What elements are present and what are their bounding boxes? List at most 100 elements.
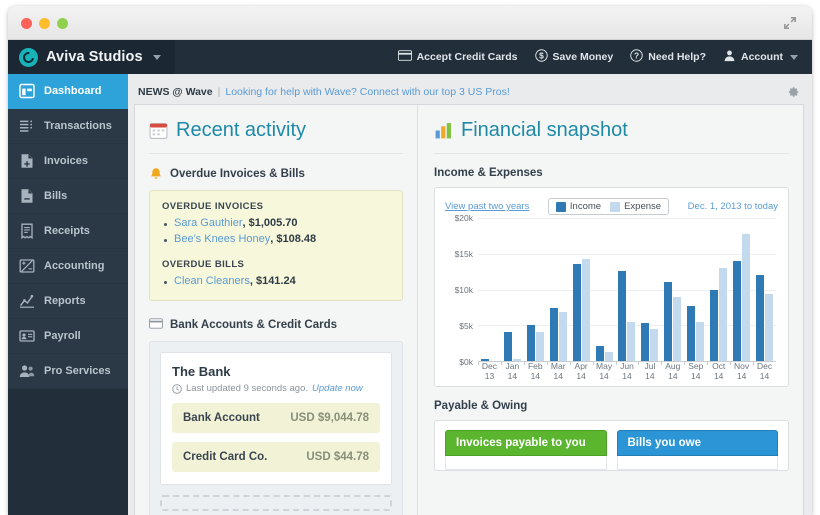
gear-icon[interactable] xyxy=(786,85,800,99)
sidebar-item-payroll[interactable]: Payroll xyxy=(8,319,128,354)
chart-bar-group[interactable] xyxy=(753,218,776,365)
chart-bar-income[interactable] xyxy=(710,289,719,361)
chart-bar-income[interactable] xyxy=(664,282,673,361)
bank-heading-text: Bank Accounts & Credit Cards xyxy=(170,319,337,331)
account-row[interactable]: Credit Card Co. USD $44.78 xyxy=(172,442,380,472)
bills-you-owe-tab[interactable]: Bills you owe xyxy=(616,430,778,456)
chart-bar-income[interactable] xyxy=(503,332,512,361)
chart-bar-income[interactable] xyxy=(526,324,535,361)
chart-y-axis: $0k $5k $10k $15k $20k xyxy=(445,213,476,367)
chart-bar-income[interactable] xyxy=(618,270,627,361)
chart-bar-group[interactable] xyxy=(684,218,707,365)
chart-bar-income[interactable] xyxy=(572,263,581,361)
list-item: Sara Gauthier, $1,005.70 xyxy=(162,215,390,231)
chart-bar-expense[interactable] xyxy=(650,329,659,361)
need-help-link[interactable]: ? Need Help? xyxy=(630,49,706,65)
chart-bar-expense[interactable] xyxy=(742,233,751,361)
expand-arrows-icon[interactable] xyxy=(782,15,798,31)
chart-bar-expense[interactable] xyxy=(673,297,682,361)
legend-item-expense[interactable]: Expense xyxy=(610,201,661,212)
chart-x-axis: Dec 13 Jan 14 Feb 14 Mar 14 Apr 14 May 14 Jun 14 Jul 14… xyxy=(478,361,776,381)
chart-bar-expense[interactable] xyxy=(558,312,567,361)
save-money-link[interactable]: $ Save Money xyxy=(534,49,613,65)
invoices-payable-column: Invoices payable to you xyxy=(445,430,607,470)
chart-bar-expense[interactable] xyxy=(696,322,705,361)
credit-card-icon xyxy=(149,318,163,332)
chart-bar-group[interactable] xyxy=(707,218,730,365)
news-link[interactable]: Looking for help with Wave? Connect with… xyxy=(225,86,509,98)
transactions-list-icon xyxy=(19,118,35,134)
overdue-bills-list: Clean Cleaners, $141.24 xyxy=(162,273,390,289)
account-menu[interactable]: Account xyxy=(723,49,798,65)
view-past-two-years-link[interactable]: View past two years xyxy=(445,201,529,212)
chart-bar-expense[interactable] xyxy=(765,294,774,361)
chart-x-tick: Nov 14 xyxy=(734,361,750,381)
sidebar-item-reports[interactable]: Reports xyxy=(8,284,128,319)
chart-x-tick: Sep 14 xyxy=(688,361,704,381)
chart-bar-income[interactable] xyxy=(641,323,650,361)
overdue-invoice-link[interactable]: Sara Gauthier xyxy=(174,217,242,229)
chart-bar-expense[interactable] xyxy=(535,332,544,361)
account-row[interactable]: Bank Account USD $9,044.78 xyxy=(172,403,380,433)
chart-bar-group[interactable] xyxy=(523,218,547,365)
legend-item-income[interactable]: Income xyxy=(555,201,602,212)
financial-snapshot-title-text: Financial snapshot xyxy=(461,119,628,141)
chart-x-tick: Apr 14 xyxy=(574,361,588,381)
chart-bars xyxy=(478,218,776,365)
minimize-window-button[interactable] xyxy=(39,18,50,29)
overdue-invoice-link[interactable]: Bee's Knees Honey xyxy=(174,233,270,245)
account-name: Bank Account xyxy=(183,412,260,424)
chart-bar-income[interactable] xyxy=(549,308,558,361)
wave-logo-icon xyxy=(19,47,38,67)
sidebar-item-transactions[interactable]: Transactions xyxy=(8,109,128,144)
accept-credit-cards-link[interactable]: Accept Credit Cards xyxy=(397,50,518,64)
chart-bar-group[interactable] xyxy=(569,218,593,365)
sidebar-item-receipts[interactable]: Receipts xyxy=(8,214,128,249)
chart-bar-group[interactable] xyxy=(730,218,753,365)
chart-bar-group[interactable] xyxy=(661,218,684,365)
divider xyxy=(434,153,789,154)
chart-legend: Income Expense xyxy=(547,198,670,215)
bank-heading: Bank Accounts & Credit Cards xyxy=(149,318,403,332)
legend-swatch-expense xyxy=(610,201,621,212)
legend-label-income: Income xyxy=(569,201,602,212)
list-item: Bee's Knees Honey, $108.48 xyxy=(162,231,390,247)
chart-line-icon xyxy=(19,293,35,309)
clock-icon xyxy=(172,383,182,394)
overdue-bill-link[interactable]: Clean Cleaners xyxy=(174,275,250,287)
divider xyxy=(149,153,403,154)
sidebar-item-bills[interactable]: Bills xyxy=(8,179,128,214)
chart-bar-income[interactable] xyxy=(733,261,742,361)
news-separator: | xyxy=(217,86,221,98)
chart-bar-income[interactable] xyxy=(756,274,765,361)
sidebar-item-pro-services[interactable]: Pro Services xyxy=(8,354,128,389)
sidebar-item-accounting[interactable]: Accounting xyxy=(8,249,128,284)
chart-bar-expense[interactable] xyxy=(581,259,590,361)
chart-bar-group[interactable] xyxy=(546,218,570,365)
chart-bar-group[interactable] xyxy=(478,218,501,365)
sidebar-item-dashboard[interactable]: Dashboard xyxy=(8,74,128,109)
accept-credit-cards-label: Accept Credit Cards xyxy=(416,51,518,63)
brand-menu[interactable]: Aviva Studios xyxy=(8,40,175,74)
chart-bar-expense[interactable] xyxy=(719,268,728,361)
close-window-button[interactable] xyxy=(21,18,32,29)
income-expenses-chart-card: View past two years Income Expense Dec. … xyxy=(434,187,789,387)
invoice-plus-icon xyxy=(19,153,35,169)
chart-bar-expense[interactable] xyxy=(627,321,636,361)
chart-bar-group[interactable] xyxy=(592,218,616,365)
sidebar-item-invoices[interactable]: Invoices xyxy=(8,144,128,179)
update-now-link[interactable]: Update now xyxy=(312,383,363,394)
window-controls[interactable] xyxy=(21,18,68,29)
chart-bar-expense[interactable] xyxy=(604,352,613,361)
overdue-heading-text: Overdue Invoices & Bills xyxy=(170,168,305,180)
chart-bar-group[interactable] xyxy=(615,218,639,365)
legend-label-expense: Expense xyxy=(624,201,662,212)
maximize-window-button[interactable] xyxy=(57,18,68,29)
chart-bar-group[interactable] xyxy=(500,218,524,365)
add-account-placeholder[interactable] xyxy=(160,495,392,511)
chart-bar-group[interactable] xyxy=(638,218,661,365)
invoices-payable-tab[interactable]: Invoices payable to you xyxy=(445,430,607,456)
chart-x-tick: Aug 14 xyxy=(665,361,681,381)
chart-bar-income[interactable] xyxy=(595,346,604,361)
chart-bar-income[interactable] xyxy=(687,305,696,361)
